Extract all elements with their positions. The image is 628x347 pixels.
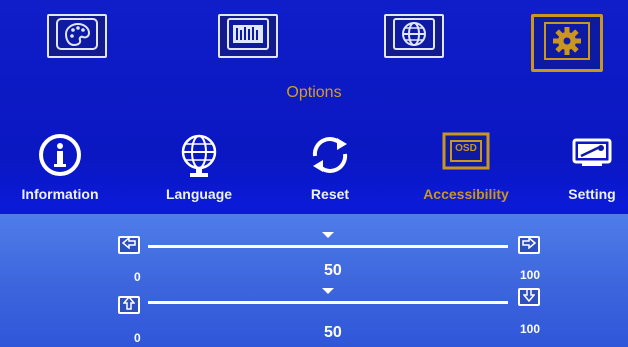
submenu-information-label: Information: [21, 186, 99, 202]
osd-text: OSD: [455, 143, 477, 154]
picture-adjust-icon: [227, 17, 269, 55]
arrow-left-icon: [121, 236, 136, 254]
arrow-up-button[interactable]: [118, 295, 140, 315]
refresh-icon: [307, 132, 353, 183]
horizontal-position-slider[interactable]: 0 50 100: [118, 228, 558, 288]
top-tab-language[interactable]: [384, 14, 444, 58]
slider-value: 50: [324, 324, 342, 341]
arrow-right-button[interactable]: [518, 236, 540, 254]
palette-icon: [56, 17, 98, 55]
slider-min-label: 0: [134, 331, 141, 345]
globe-icon: [175, 132, 223, 185]
submenu-language-label: Language: [165, 186, 233, 202]
slider-thumb[interactable]: [322, 232, 334, 238]
osd-icon: OSD: [442, 132, 490, 175]
top-tab-options[interactable]: [531, 14, 603, 72]
slider-track[interactable]: [148, 245, 508, 248]
info-icon: [37, 132, 83, 183]
top-tab-adjust[interactable]: [218, 14, 278, 58]
vertical-position-slider[interactable]: 0 50 100: [118, 286, 558, 346]
gear-icon: [543, 21, 591, 66]
arrow-up-icon: [122, 295, 136, 315]
device-setting-icon: [570, 132, 614, 177]
slider-track[interactable]: [148, 301, 508, 304]
slider-value: 50: [324, 262, 342, 279]
top-tab-picture[interactable]: [47, 14, 107, 58]
arrow-down-button[interactable]: [518, 287, 540, 307]
arrow-right-icon: [522, 236, 537, 254]
slider-min-label: 0: [134, 270, 141, 284]
submenu-reset-label: Reset: [310, 186, 350, 202]
osd-screen: Options Information Language Reset OSD A…: [0, 0, 628, 347]
submenu-setting-label: Setting: [568, 186, 616, 202]
globe-icon: [393, 17, 435, 55]
arrow-down-icon: [522, 287, 536, 307]
adjust-panel: 0 50 100 0 50 100: [0, 214, 628, 347]
submenu-accessibility-label: Accessibility: [423, 186, 509, 202]
options-title: Options: [286, 84, 342, 101]
slider-max-label: 100: [520, 322, 541, 336]
slider-thumb[interactable]: [322, 288, 334, 294]
slider-max-label: 100: [520, 268, 541, 282]
arrow-left-button[interactable]: [118, 236, 140, 254]
